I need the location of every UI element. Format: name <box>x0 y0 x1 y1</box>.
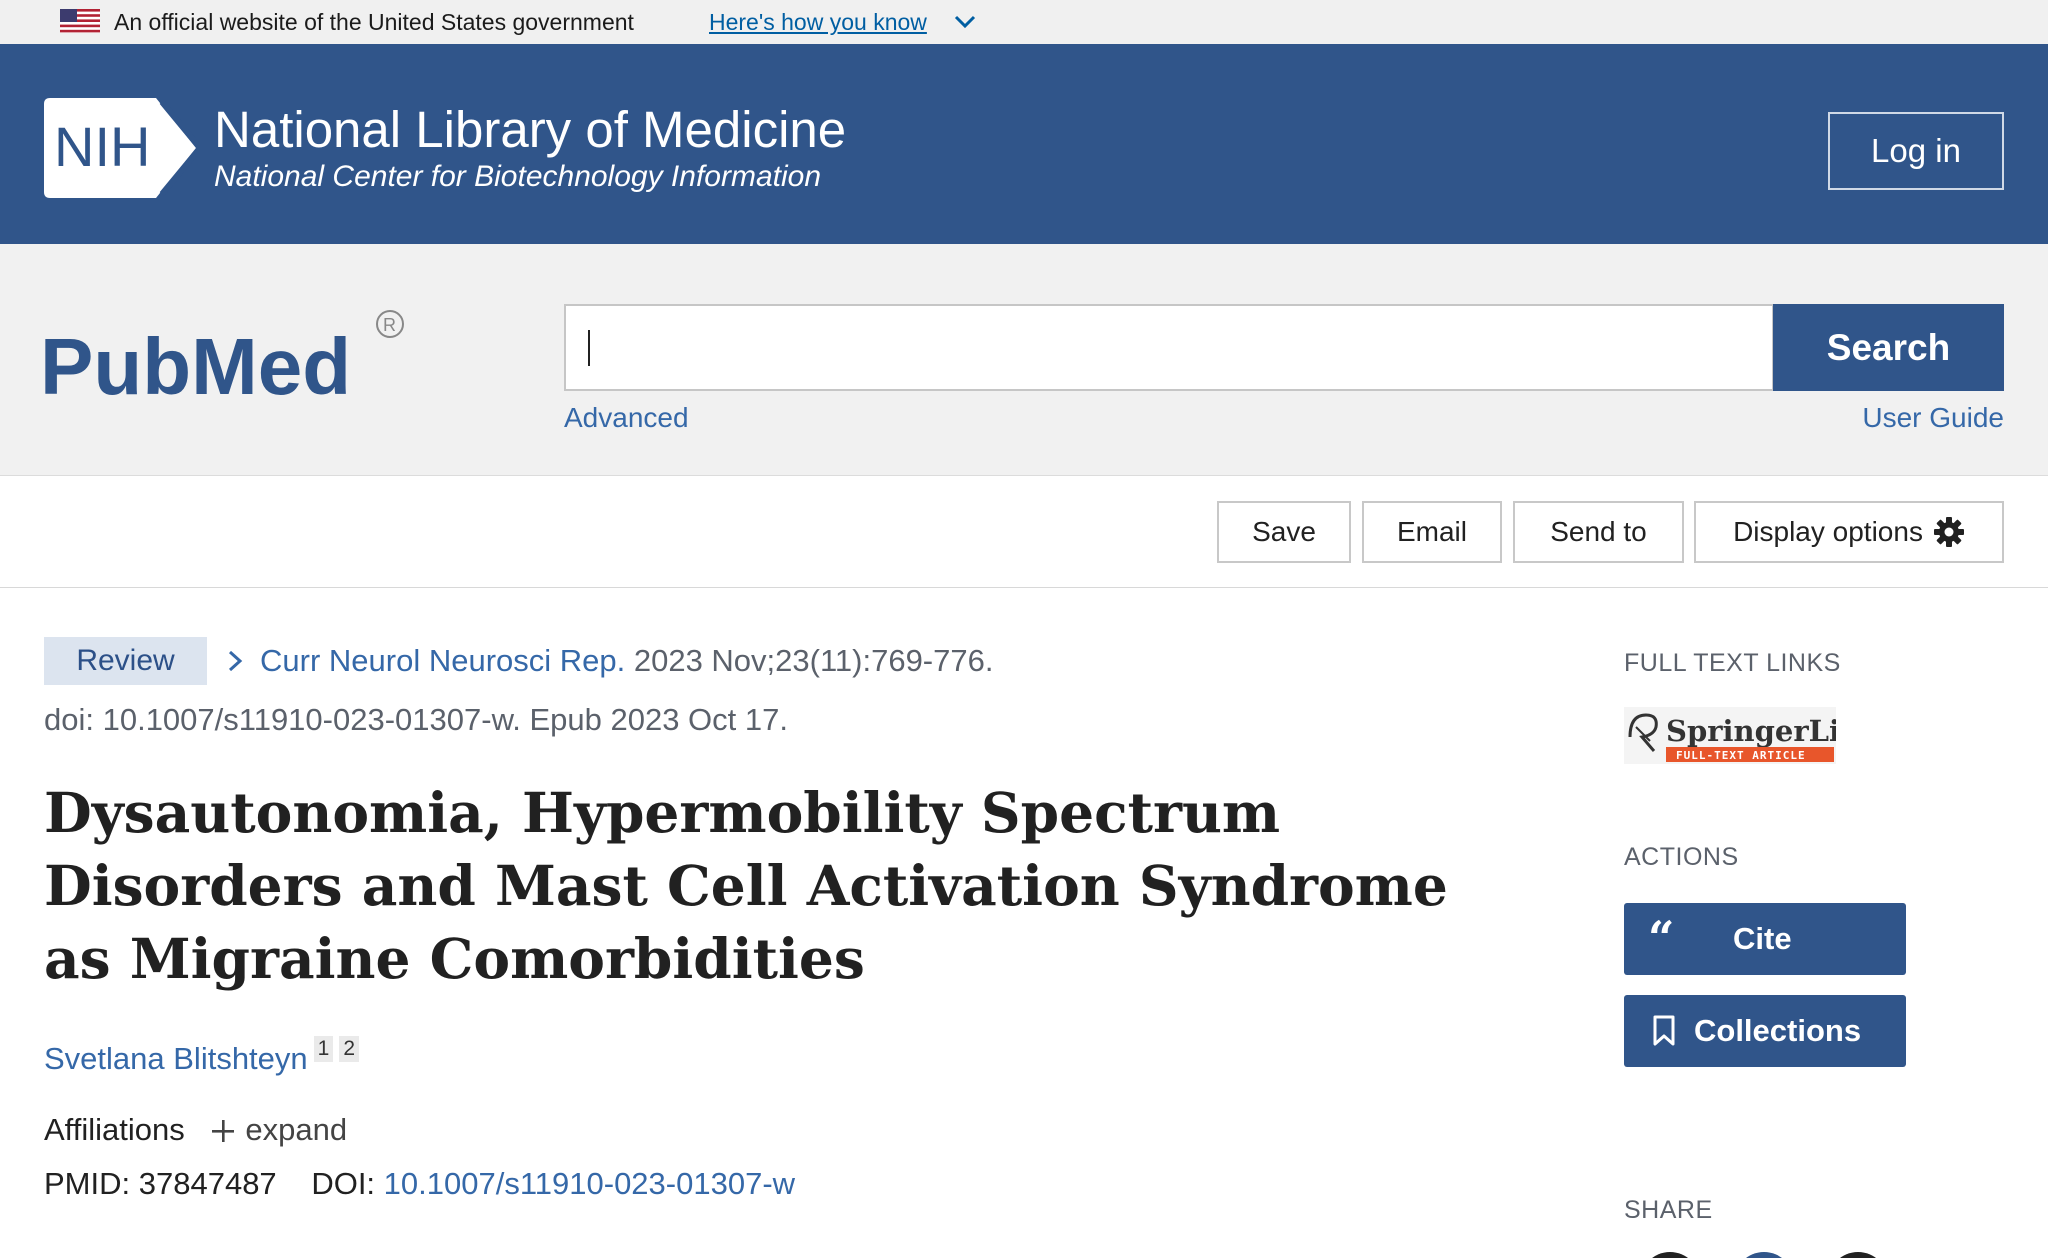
collections-button[interactable]: Collections <box>1624 995 1906 1067</box>
search-input[interactable] <box>564 304 1774 391</box>
pmid-label: PMID: <box>44 1166 131 1201</box>
author-link[interactable]: Svetlana Blitshteyn <box>44 1041 308 1076</box>
pubmed-logo[interactable]: PubMed R <box>40 292 420 422</box>
affiliation-ref-1[interactable]: 1 <box>313 1036 334 1062</box>
affiliations-row: Affiliations expand <box>44 1112 347 1148</box>
gear-icon <box>1933 517 1964 547</box>
svg-text:SpringerLink: SpringerLink <box>1666 714 1836 748</box>
doi-label: DOI: <box>311 1166 376 1201</box>
svg-text:PubMed: PubMed <box>40 322 351 411</box>
article-toolbar: Save Email Send to Display options <box>0 477 2048 588</box>
share-link-icon[interactable] <box>1828 1252 1888 1258</box>
springerlink-logo[interactable]: SpringerLink FULL-TEXT ARTICLE <box>1624 707 1836 764</box>
actions-heading: ACTIONS <box>1624 843 1739 871</box>
share-twitter-icon[interactable] <box>1640 1252 1700 1258</box>
cite-button[interactable]: “ Cite <box>1624 903 1906 975</box>
citation-details: 2023 Nov;23(11):769-776. <box>625 643 994 678</box>
cite-label: Cite <box>1733 921 1792 956</box>
collections-label: Collections <box>1694 1013 1862 1048</box>
expand-label: expand <box>245 1112 348 1147</box>
display-options-label: Display options <box>1733 516 1923 547</box>
share-facebook-icon[interactable] <box>1734 1252 1794 1258</box>
pmid-value: 37847487 <box>138 1166 277 1201</box>
share-heading: SHARE <box>1624 1196 1713 1224</box>
identifiers-row: PMID: 37847487 DOI: 10.1007/s11910-023-0… <box>44 1166 795 1202</box>
full-text-links-heading: FULL TEXT LINKS <box>1624 649 1841 677</box>
nih-header: NIH National Library of Medicine Nationa… <box>0 44 2048 244</box>
nlm-title[interactable]: National Library of Medicine <box>214 100 846 159</box>
svg-text:R: R <box>383 315 396 335</box>
email-button[interactable]: Email <box>1362 501 1502 563</box>
us-flag-icon <box>60 9 100 33</box>
journal-citation: Curr Neurol Neurosci Rep. 2023 Nov;23(11… <box>226 643 993 679</box>
expand-affiliations-button[interactable]: expand <box>211 1112 347 1147</box>
search-button[interactable]: Search <box>1773 304 2004 391</box>
plus-icon <box>212 1120 235 1142</box>
ncbi-subtitle: National Center for Biotechnology Inform… <box>214 160 822 193</box>
user-guide-link[interactable]: User Guide <box>1862 402 2004 434</box>
affiliation-ref-2[interactable]: 2 <box>339 1036 360 1062</box>
article-title: Dysautonomia, Hypermobility Spectrum Dis… <box>44 780 1448 991</box>
svg-text:FULL-TEXT ARTICLE: FULL-TEXT ARTICLE <box>1676 749 1806 762</box>
journal-link[interactable]: Curr Neurol Neurosci Rep. <box>260 643 625 678</box>
search-band: PubMed R Search Advanced User Guide <box>0 244 2048 476</box>
bookmark-icon <box>1653 1015 1675 1046</box>
quote-icon: “ <box>1648 911 1675 965</box>
login-button[interactable]: Log in <box>1828 112 2004 190</box>
nih-logo[interactable]: NIH <box>44 98 200 198</box>
advanced-search-link[interactable]: Advanced <box>564 402 689 434</box>
heres-how-you-know-link[interactable]: Here's how you know <box>709 9 927 36</box>
doi-epub-line: doi: 10.1007/s11910-023-01307-w. Epub 20… <box>44 702 788 737</box>
gov-banner-text: An official website of the United States… <box>114 9 634 35</box>
text-cursor <box>588 330 590 366</box>
gov-banner: An official website of the United States… <box>0 0 2048 44</box>
author-list: Svetlana Blitshteyn 1 2 <box>44 1036 360 1077</box>
affiliations-label: Affiliations <box>44 1112 185 1147</box>
chevron-down-icon[interactable] <box>954 14 976 30</box>
review-badge: Review <box>44 637 207 685</box>
chevron-right-icon[interactable] <box>226 649 244 673</box>
svg-text:NIH: NIH <box>54 115 150 178</box>
save-button[interactable]: Save <box>1217 501 1351 563</box>
send-to-button[interactable]: Send to <box>1513 501 1684 563</box>
display-options-button[interactable]: Display options <box>1694 501 2004 563</box>
doi-link[interactable]: 10.1007/s11910-023-01307-w <box>384 1166 795 1201</box>
